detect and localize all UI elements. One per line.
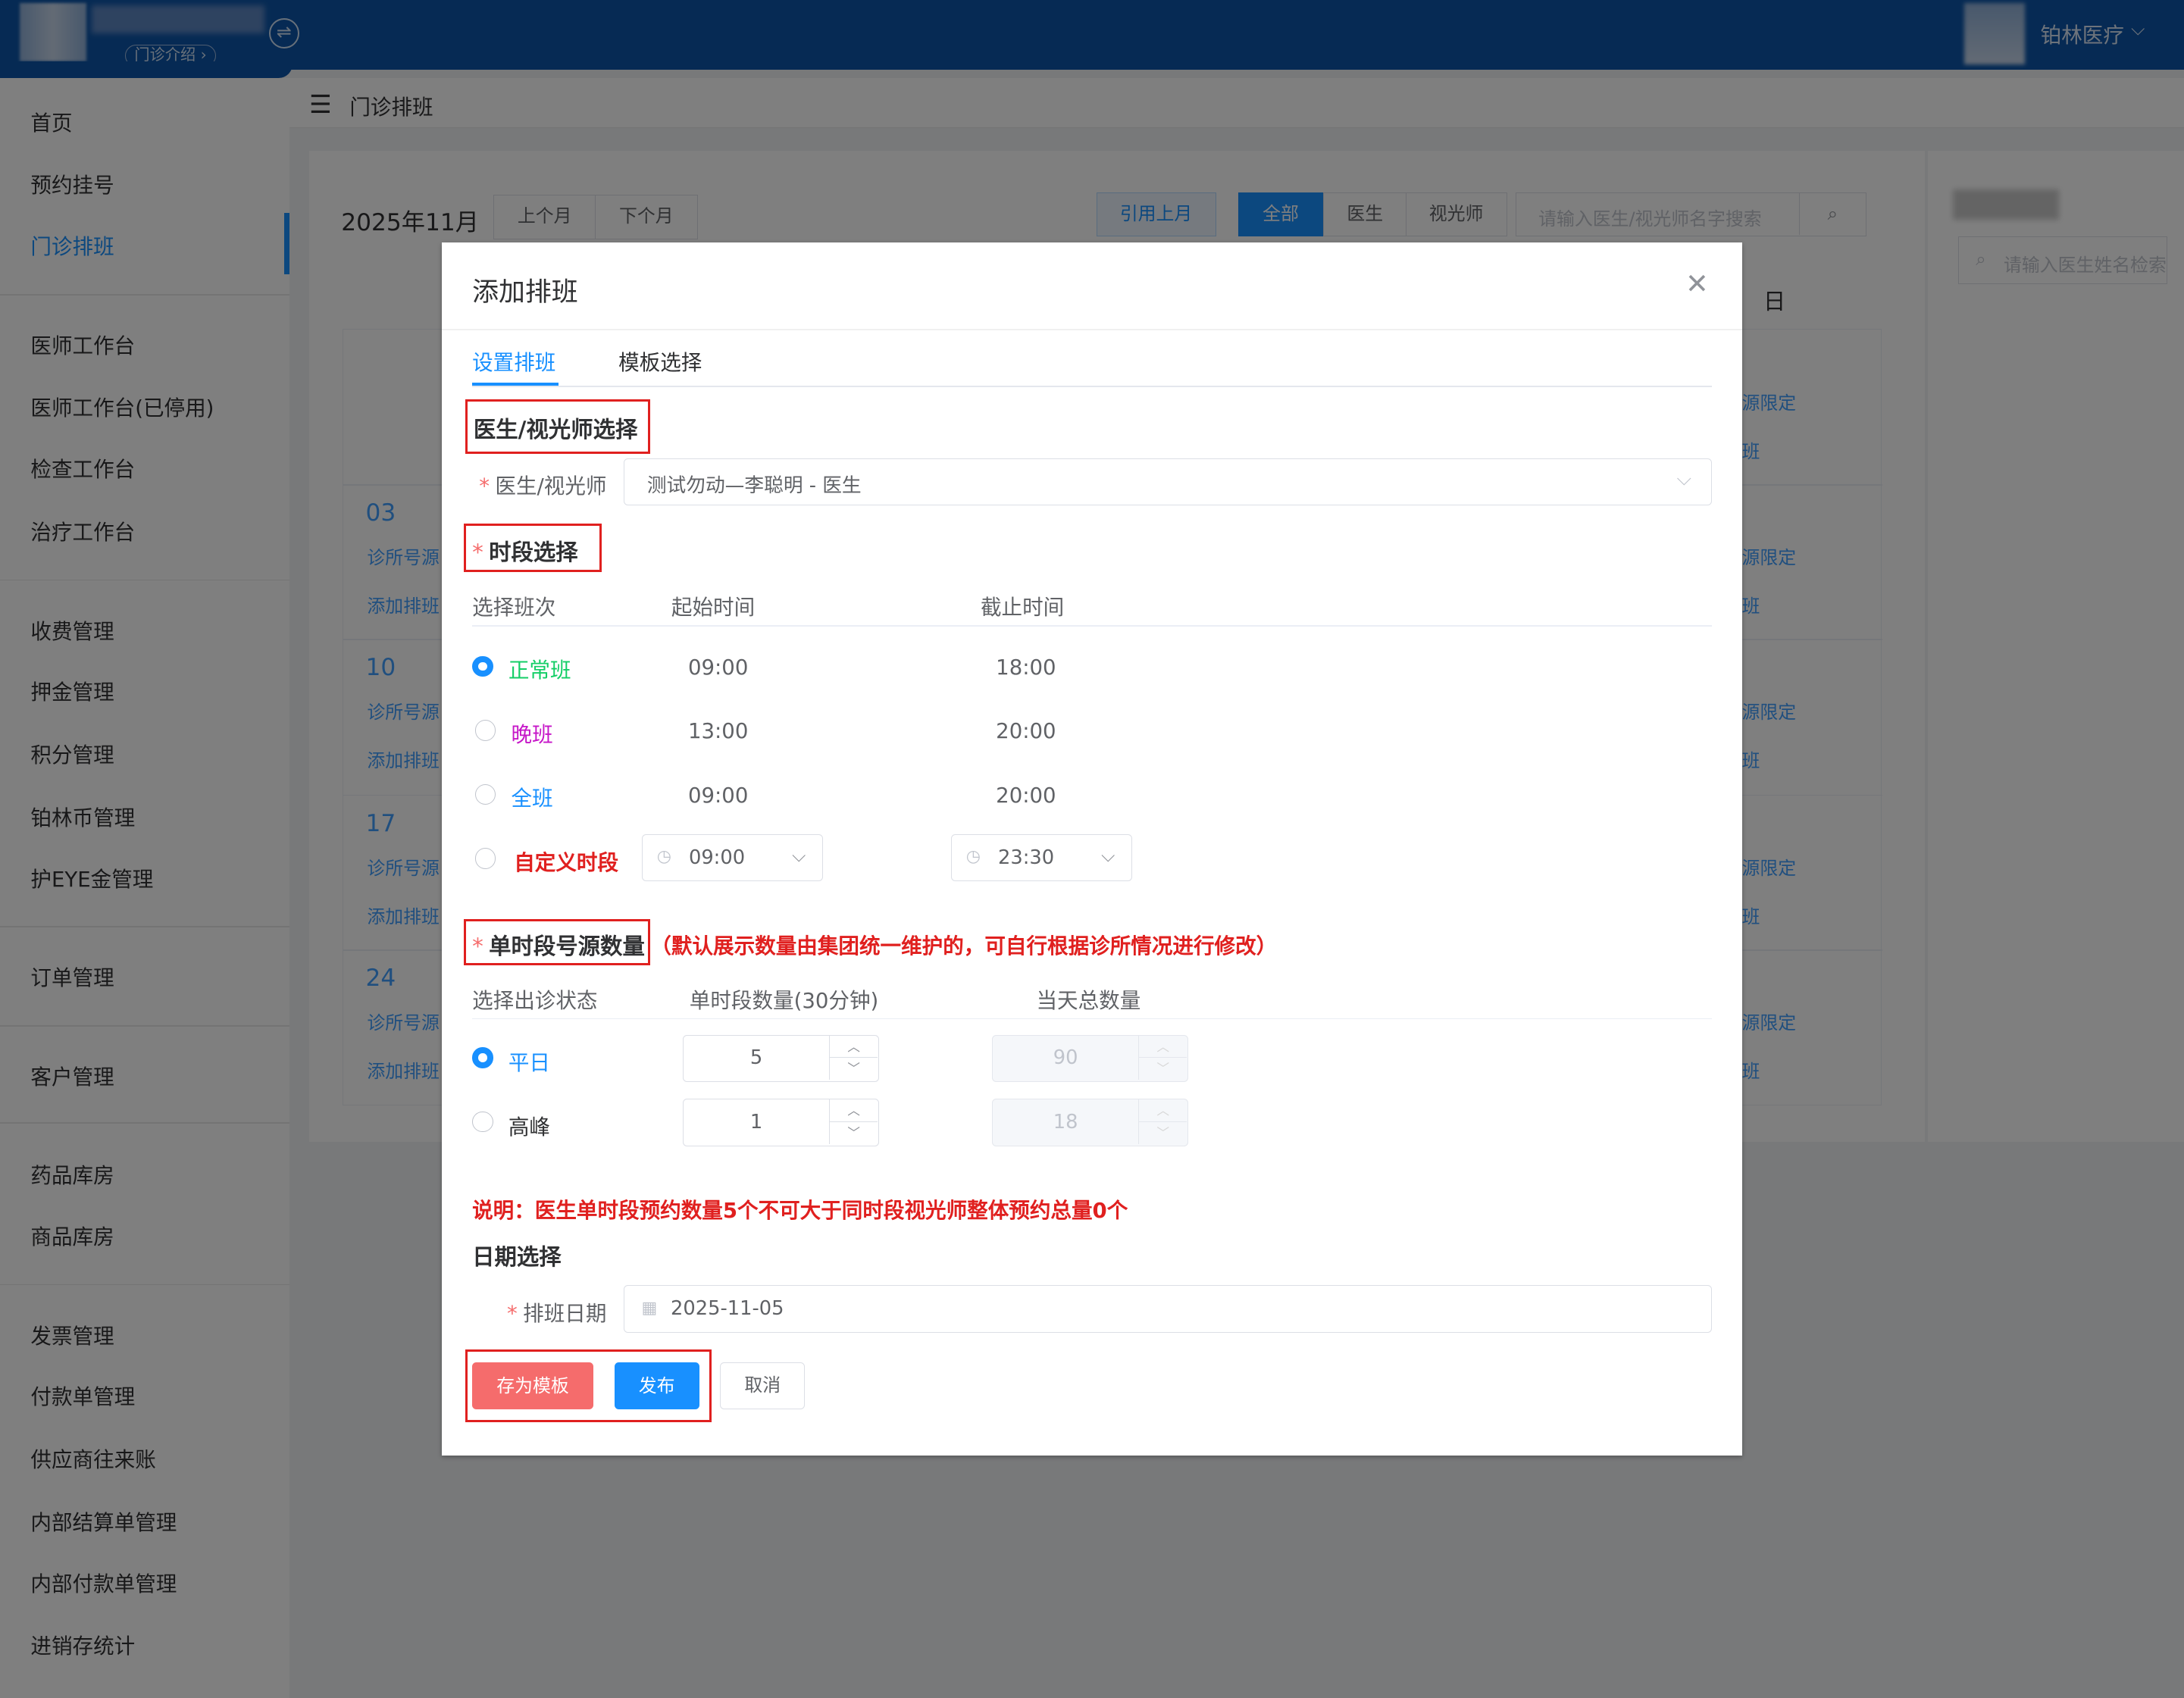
status-radio-weekday[interactable] bbox=[472, 1047, 493, 1068]
cancel-button[interactable]: 取消 bbox=[720, 1362, 806, 1410]
clock-icon: ◷ bbox=[965, 847, 981, 867]
shift-custom-label[interactable]: 自定义时段 bbox=[514, 846, 618, 876]
weekday-total-stepper: 90 ︿ ﹀ bbox=[991, 1034, 1188, 1083]
section-doctor-title: 医生/视光师选择 bbox=[473, 417, 638, 443]
shift-radio-evening[interactable] bbox=[474, 720, 496, 741]
status-weekday-label[interactable]: 平日 bbox=[508, 1046, 550, 1076]
shift-full-end: 20:00 bbox=[996, 782, 1056, 808]
calendar-icon: ▦ bbox=[641, 1298, 658, 1318]
doctor-label: * 医生/视光师 bbox=[479, 474, 607, 499]
shift-radio-normal[interactable] bbox=[472, 655, 493, 677]
col-end-time: 截止时间 bbox=[980, 595, 1065, 621]
section-date-title: 日期选择 bbox=[472, 1243, 562, 1270]
tab-template-select[interactable]: 模板选择 bbox=[618, 346, 702, 376]
col-start-time: 起始时间 bbox=[671, 595, 756, 621]
clock-icon: ◷ bbox=[656, 847, 671, 867]
close-icon[interactable]: ✕ bbox=[1685, 267, 1709, 300]
custom-end-time-picker[interactable]: ◷ 23:30 ⌵ bbox=[951, 833, 1133, 882]
chevron-down-icon: ⌵ bbox=[792, 844, 806, 866]
doctor-select[interactable]: 测试勿动—李聪明 - 医生 ⌵ bbox=[624, 458, 1712, 506]
increase-icon[interactable]: ︿ bbox=[830, 1036, 878, 1059]
increase-icon[interactable]: ︿ bbox=[830, 1099, 878, 1122]
status-radio-peak[interactable] bbox=[472, 1111, 493, 1133]
weekday-per-slot-stepper[interactable]: 5 ︿ ﹀ bbox=[682, 1034, 879, 1083]
save-template-button[interactable]: 存为模板 bbox=[472, 1362, 593, 1410]
decrease-icon[interactable]: ﹀ bbox=[830, 1058, 877, 1080]
publish-button[interactable]: 发布 bbox=[614, 1362, 699, 1410]
explain-text: 说明：医生单时段预约数量5个不可大于同时段视光师整体预约总量0个 bbox=[472, 1198, 1128, 1224]
decrease-icon[interactable]: ﹀ bbox=[830, 1122, 877, 1144]
col-day-total: 当天总数量 bbox=[1036, 987, 1141, 1013]
date-label: * 排班日期 bbox=[507, 1301, 607, 1327]
status-peak-label[interactable]: 高峰 bbox=[508, 1110, 550, 1140]
col-visit-status: 选择出诊状态 bbox=[472, 987, 598, 1013]
shift-normal-start: 09:00 bbox=[687, 654, 749, 680]
peak-per-slot-stepper[interactable]: 1 ︿ ﹀ bbox=[682, 1099, 879, 1146]
section-quota-title: * 单时段号源数量 bbox=[472, 933, 645, 959]
shift-radio-full[interactable] bbox=[474, 783, 496, 805]
chevron-down-icon: ⌵ bbox=[1101, 844, 1115, 866]
schedule-date-picker[interactable]: ▦ 2025-11-05 bbox=[624, 1285, 1712, 1333]
dialog-title: 添加排班 bbox=[472, 277, 578, 308]
col-shift: 选择班次 bbox=[472, 595, 556, 621]
section-time-title: * 时段选择 bbox=[472, 539, 578, 565]
shift-evening-label[interactable]: 晚班 bbox=[512, 718, 553, 748]
quota-note: （默认展示数量由集团统一维护的，可自行根据诊所情况进行修改） bbox=[650, 933, 1278, 958]
shift-normal-end: 18:00 bbox=[996, 654, 1056, 680]
custom-start-time-picker[interactable]: ◷ 09:00 ⌵ bbox=[642, 833, 824, 882]
shift-full-label[interactable]: 全班 bbox=[512, 781, 553, 811]
add-schedule-dialog: 添加排班 ✕ 设置排班 模板选择 医生/视光师选择 * 医生/视光师 测试勿动—李… bbox=[441, 242, 1743, 1456]
col-per-slot: 单时段数量(30分钟) bbox=[689, 987, 879, 1013]
shift-normal-label[interactable]: 正常班 bbox=[508, 653, 571, 683]
tab-active-indicator bbox=[472, 383, 559, 386]
tab-set-schedule[interactable]: 设置排班 bbox=[472, 346, 555, 376]
shift-evening-start: 13:00 bbox=[687, 718, 749, 744]
shift-evening-end: 20:00 bbox=[996, 718, 1056, 744]
chevron-down-icon: ⌵ bbox=[1676, 467, 1692, 490]
shift-radio-custom[interactable] bbox=[474, 848, 496, 869]
shift-full-start: 09:00 bbox=[687, 782, 749, 808]
peak-total-stepper: 18 ︿ ﹀ bbox=[991, 1099, 1188, 1146]
